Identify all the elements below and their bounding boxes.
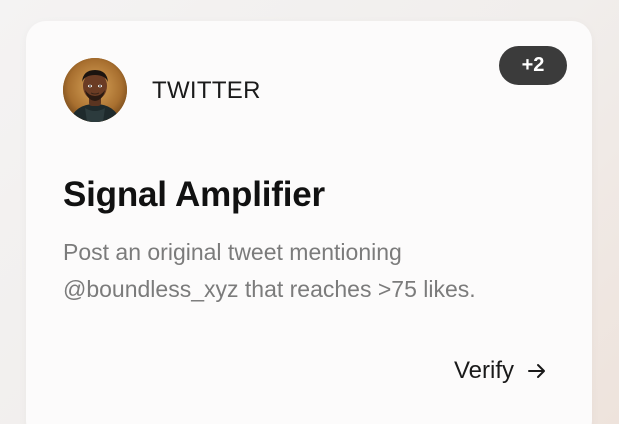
quest-card: TWITTER +2 Signal Amplifier Post an orig… bbox=[26, 21, 592, 424]
points-badge: +2 bbox=[499, 46, 567, 85]
arrow-right-icon bbox=[528, 364, 546, 378]
verify-label: Verify bbox=[454, 357, 515, 384]
verify-button[interactable]: Verify bbox=[454, 357, 548, 385]
avatar bbox=[63, 58, 127, 122]
quest-description: Post an original tweet mentioning @bound… bbox=[63, 239, 476, 302]
platform-label: TWITTER bbox=[152, 77, 261, 104]
quest-title: Signal Amplifier bbox=[63, 175, 325, 214]
